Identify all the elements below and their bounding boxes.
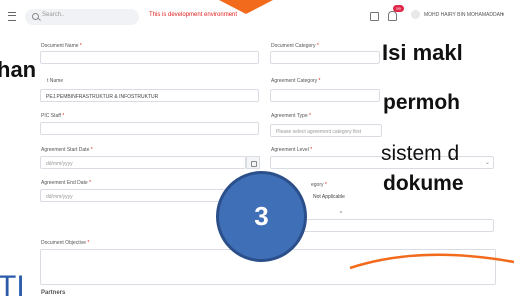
step-number-circle: 3 [216, 171, 307, 262]
callout-arrow-line [349, 253, 514, 270]
